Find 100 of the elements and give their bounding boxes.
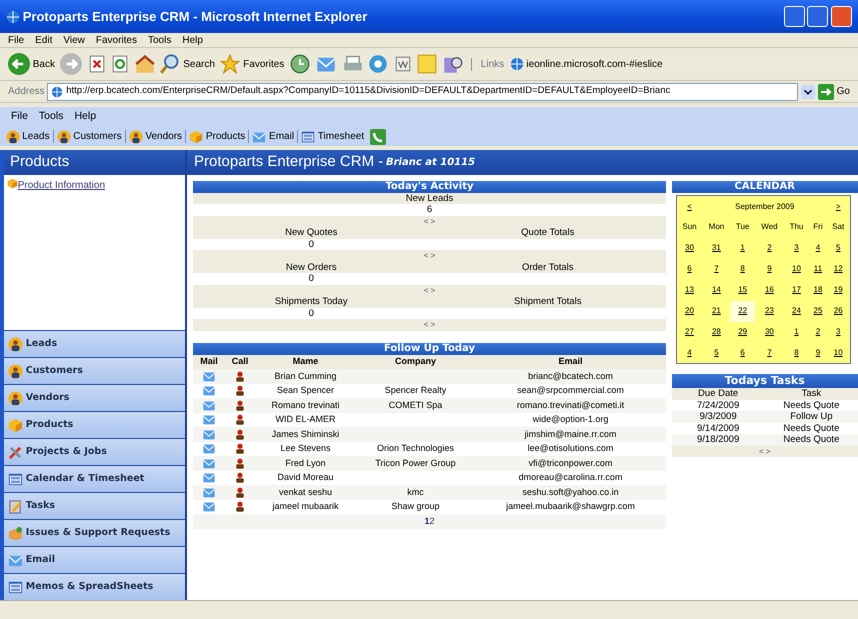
calendar-day[interactable]: 5 [714, 348, 719, 357]
calendar-day[interactable]: 8 [740, 264, 745, 274]
menu-item[interactable]: View [63, 32, 85, 48]
page-link[interactable]: 2 [430, 516, 435, 526]
next-month-link[interactable]: > [836, 202, 841, 210]
address-field[interactable]: http://erp.bcatech.com/EnterpriseCRM/Default.aspx?CompanyID=10115&DivisionID=DEFAULT&DepartmentID=DEFAULT&EmployeeID=Brianc [47, 82, 798, 100]
calendar-day[interactable]: 5 [836, 243, 840, 252]
home-icon[interactable] [134, 54, 155, 74]
favorites-button[interactable]: Favorites [220, 54, 284, 74]
search-button[interactable]: Search [160, 54, 215, 74]
calendar-day[interactable]: 20 [685, 306, 694, 316]
document-icon[interactable] [394, 55, 412, 73]
calendar-day[interactable]: 9 [816, 348, 820, 357]
pager-link[interactable]: < > [758, 446, 771, 456]
calendar-day[interactable]: 18 [814, 285, 822, 294]
calendar-day[interactable]: 7 [767, 348, 772, 357]
sidebar-item[interactable]: Issues & Support Requests [4, 519, 185, 546]
calendar-day[interactable]: 6 [740, 348, 745, 357]
pager-link[interactable]: < > [424, 216, 436, 226]
back-button[interactable]: Back [8, 53, 55, 75]
envelope-icon[interactable] [201, 398, 217, 412]
calendar-day[interactable]: 15 [738, 285, 748, 294]
prev-month-link[interactable]: < [687, 202, 692, 210]
page-link[interactable]: 1 [424, 516, 430, 526]
person-icon[interactable] [234, 500, 246, 514]
envelope-icon[interactable] [201, 428, 217, 441]
sidebar-item[interactable]: Tasks [4, 492, 185, 519]
calendar-day[interactable]: 26 [834, 306, 843, 316]
envelope-icon[interactable] [201, 384, 217, 398]
minimize-button[interactable] [784, 6, 804, 27]
calendar-day[interactable]: 8 [794, 348, 799, 357]
toolbar-button[interactable]: Products [189, 129, 246, 144]
maximize-button[interactable] [807, 6, 828, 27]
refresh-icon[interactable] [111, 55, 130, 73]
calendar-day[interactable]: 28 [712, 327, 721, 336]
sidebar-item[interactable]: Memos & SpreadSheets [4, 573, 185, 600]
menu-item[interactable]: Help [74, 109, 96, 125]
sidebar-item[interactable]: Vendors [4, 384, 185, 411]
toolbar-button[interactable]: Customers [56, 129, 122, 144]
calendar-day[interactable]: 12 [834, 264, 843, 274]
calendar-day[interactable]: 16 [764, 285, 774, 294]
calendar-day[interactable]: 25 [814, 306, 822, 316]
menu-item[interactable]: Edit [35, 32, 52, 48]
pager-link[interactable]: < > [424, 286, 436, 294]
calendar-day[interactable]: 14 [712, 285, 721, 294]
calendar-day[interactable]: 23 [764, 306, 774, 316]
sidebar-item[interactable]: Projects & Jobs [4, 438, 185, 465]
envelope-icon[interactable] [201, 471, 217, 484]
person-icon[interactable] [234, 384, 246, 398]
calendar-day[interactable]: 13 [685, 285, 694, 294]
envelope-icon[interactable] [201, 456, 217, 470]
calendar-day[interactable]: 24 [792, 306, 801, 316]
envelope-icon[interactable] [201, 442, 217, 456]
history-icon[interactable] [290, 54, 310, 74]
sidebar-item[interactable]: Leads [4, 330, 185, 357]
calendar-day[interactable]: 1 [740, 243, 745, 252]
toolbar-button[interactable]: Leads [6, 129, 50, 144]
calendar-day[interactable]: 22 [738, 306, 748, 316]
dropdown-icon[interactable] [801, 84, 816, 100]
menu-item[interactable]: File [11, 109, 28, 125]
sidebar-item[interactable]: Customers [4, 357, 185, 384]
phone-icon[interactable] [370, 128, 386, 144]
go-button[interactable]: Go [818, 84, 850, 100]
calendar-day[interactable]: 6 [687, 264, 692, 274]
calendar-day[interactable]: 11 [814, 264, 822, 274]
person-icon[interactable] [234, 413, 246, 426]
person-icon[interactable] [234, 370, 246, 383]
calendar-day[interactable]: 4 [816, 243, 820, 252]
menu-item[interactable]: Tools [38, 109, 64, 125]
pager-link[interactable]: < > [424, 320, 436, 329]
calendar-day[interactable]: 19 [834, 285, 843, 294]
calendar-day[interactable]: 10 [834, 348, 843, 357]
menu-item[interactable]: Favorites [96, 32, 137, 48]
person-icon[interactable] [234, 456, 246, 470]
sidebar-item[interactable]: Products [4, 411, 185, 438]
calendar-day[interactable]: 31 [712, 243, 721, 252]
envelope-icon[interactable] [201, 500, 217, 514]
menu-item[interactable]: Tools [148, 32, 172, 48]
calendar-day[interactable]: 3 [836, 327, 840, 336]
sidebar-link[interactable]: Product Information [18, 178, 106, 193]
sidebar-item[interactable]: Calendar & Timesheet [4, 465, 185, 492]
envelope-icon[interactable] [201, 486, 217, 499]
calendar-day[interactable]: 17 [792, 285, 801, 294]
calendar-day[interactable]: 1 [794, 327, 799, 336]
envelope-icon[interactable] [201, 370, 217, 383]
calendar-day[interactable]: 4 [687, 348, 692, 357]
calendar-day[interactable]: 29 [738, 327, 748, 336]
calendar-day[interactable]: 10 [792, 264, 801, 274]
calendar-day[interactable]: 30 [685, 243, 694, 252]
calendar-day[interactable]: 9 [767, 264, 772, 274]
person-icon[interactable] [234, 486, 246, 499]
calendar-day[interactable]: 27 [685, 327, 694, 336]
person-icon[interactable] [234, 442, 246, 456]
calendar-day[interactable]: 21 [712, 306, 721, 316]
envelope-icon[interactable] [201, 413, 217, 426]
close-button[interactable] [831, 6, 852, 27]
calendar-day[interactable]: 30 [764, 327, 774, 336]
menu-item[interactable]: File [8, 32, 24, 48]
calendar-day[interactable]: 7 [714, 264, 719, 274]
calendar-day[interactable]: 2 [767, 243, 772, 252]
